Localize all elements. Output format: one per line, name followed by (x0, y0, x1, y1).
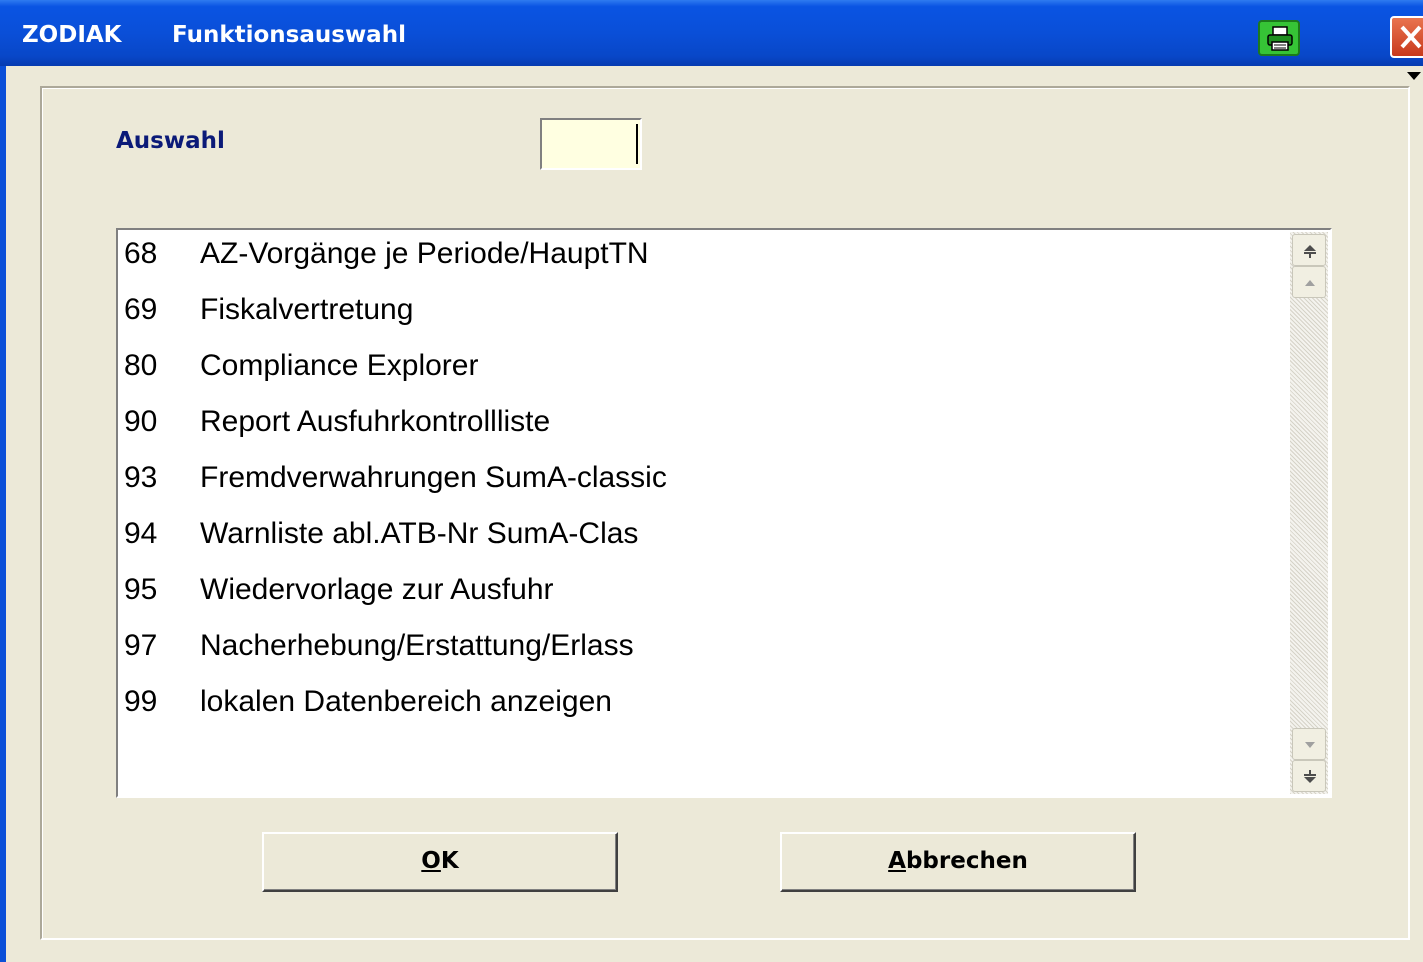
list-item[interactable]: 97 Nacherhebung/Erstattung/Erlass (124, 624, 1284, 680)
app-name: ZODIAK (22, 22, 122, 48)
dropdown-arrow-icon (1407, 72, 1421, 80)
item-label: Warnliste abl.ATB-Nr SumA-Clas (200, 517, 639, 550)
item-number: 69 (124, 293, 158, 326)
item-number: 80 (124, 349, 158, 382)
item-number: 94 (124, 517, 158, 550)
down-arrow-icon (1305, 742, 1315, 748)
item-label: Compliance Explorer (200, 349, 479, 382)
item-number: 90 (124, 405, 158, 438)
cancel-label: bbrechen (905, 848, 1028, 874)
list-item[interactable]: 95 Wiedervorlage zur Ausfuhr (124, 568, 1284, 624)
ok-label: K (440, 848, 459, 874)
item-number: 95 (124, 573, 158, 606)
list-item[interactable]: 68 AZ-Vorgänge je Periode/HauptTN (124, 232, 1284, 288)
title-bar: ZODIAK Funktionsauswahl (0, 0, 1423, 66)
cancel-button[interactable]: Abbrechen (780, 832, 1136, 892)
scroll-up-button[interactable] (1292, 266, 1326, 298)
close-button[interactable] (1390, 16, 1423, 58)
list-item[interactable]: 90 Report Ausfuhrkontrollliste (124, 400, 1284, 456)
printer-icon (1267, 26, 1293, 51)
list-item[interactable]: 69 Fiskalvertretung (124, 288, 1284, 344)
auswahl-input[interactable] (540, 118, 642, 170)
text-caret (636, 124, 638, 164)
double-up-arrow-icon (1304, 245, 1316, 258)
function-listbox[interactable]: 68 AZ-Vorgänge je Periode/HauptTN 69 Fis… (116, 228, 1332, 798)
up-arrow-icon (1305, 280, 1315, 286)
window-title: Funktionsauswahl (172, 22, 406, 48)
ok-accelerator: O (421, 848, 441, 874)
print-button[interactable] (1258, 20, 1300, 56)
window-border (0, 66, 6, 962)
scroll-to-bottom-button[interactable] (1292, 760, 1326, 792)
scroll-down-button[interactable] (1292, 728, 1326, 760)
cancel-accelerator: A (888, 848, 906, 874)
item-number: 93 (124, 461, 158, 494)
item-label: Fiskalvertretung (200, 293, 414, 326)
list-item[interactable]: 99 lokalen Datenbereich anzeigen (124, 680, 1284, 736)
auswahl-label: Auswahl (116, 128, 225, 154)
item-label: Report Ausfuhrkontrollliste (200, 405, 551, 438)
scroll-to-top-button[interactable] (1292, 234, 1326, 266)
list-item[interactable]: 94 Warnliste abl.ATB-Nr SumA-Clas (124, 512, 1284, 568)
ok-button[interactable]: OK (262, 832, 618, 892)
item-number: 99 (124, 685, 158, 718)
double-down-arrow-icon (1304, 770, 1316, 783)
item-label: Wiedervorlage zur Ausfuhr (200, 573, 554, 606)
item-label: lokalen Datenbereich anzeigen (200, 685, 612, 718)
item-number: 97 (124, 629, 158, 662)
close-icon (1400, 25, 1422, 49)
vertical-scrollbar[interactable] (1290, 232, 1328, 794)
list-item[interactable]: 80 Compliance Explorer (124, 344, 1284, 400)
item-number: 68 (124, 237, 158, 270)
item-label: Nacherhebung/Erstattung/Erlass (200, 629, 634, 662)
item-label: AZ-Vorgänge je Periode/HauptTN (200, 237, 649, 270)
list-item[interactable]: 93 Fremdverwahrungen SumA-classic (124, 456, 1284, 512)
item-label: Fremdverwahrungen SumA-classic (200, 461, 667, 494)
